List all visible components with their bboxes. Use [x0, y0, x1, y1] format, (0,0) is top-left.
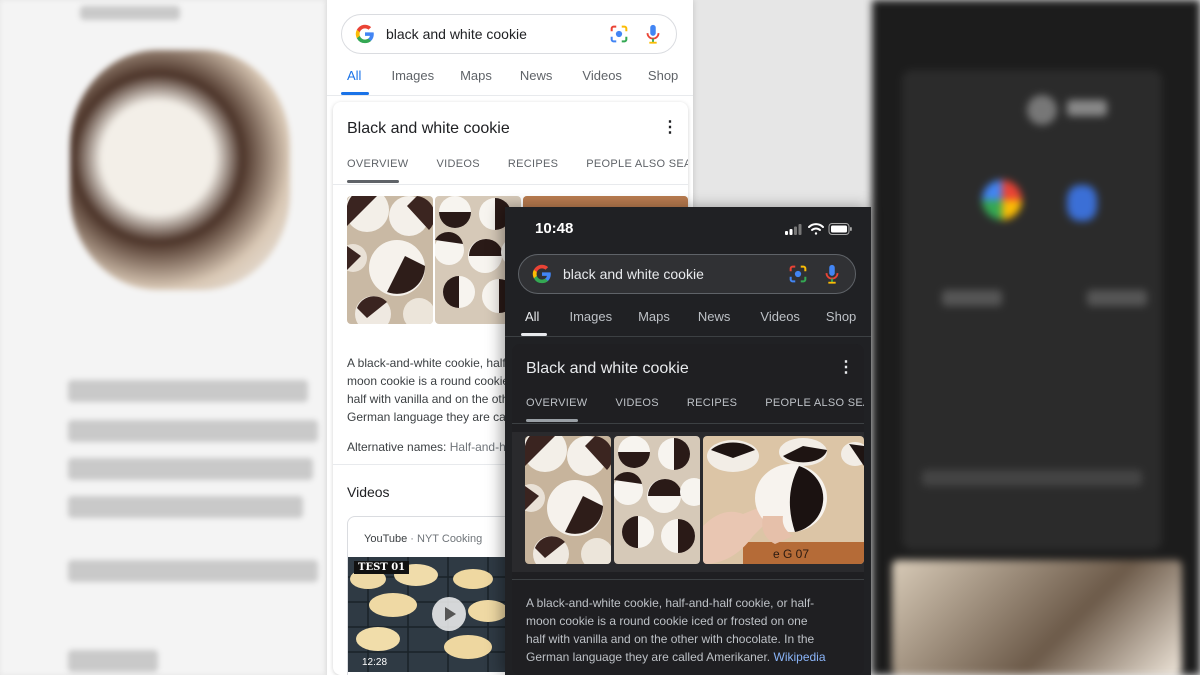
search-tabs: All Images Maps News Videos Shop	[521, 309, 856, 336]
subtab-people-also-search[interactable]: PEOPLE ALSO SEAR	[586, 158, 688, 170]
google-lens-icon[interactable]	[787, 263, 809, 285]
subtab-videos[interactable]: VIDEOS	[437, 158, 480, 170]
blurred-background-left	[0, 0, 330, 675]
tab-shopping[interactable]: Shop	[648, 68, 678, 83]
google-g-icon	[532, 264, 551, 284]
battery-icon	[828, 223, 852, 235]
play-icon[interactable]	[432, 597, 466, 631]
panel-divider	[512, 579, 864, 580]
status-bar-time: 10:48	[535, 220, 574, 237]
subtab-overview[interactable]: OVERVIEW	[526, 397, 588, 409]
tab-videos[interactable]: Videos	[760, 309, 800, 324]
wikipedia-link[interactable]: Wikipedia	[774, 650, 826, 664]
search-bar[interactable]: black and white cookie	[341, 14, 677, 54]
more-vert-icon[interactable]: ⋮	[838, 357, 854, 377]
tab-maps[interactable]: Maps	[460, 68, 492, 83]
tab-news[interactable]: News	[698, 309, 731, 324]
tab-all[interactable]: All	[341, 68, 369, 95]
video-duration: 12:28	[362, 657, 388, 668]
blurred-background-right	[872, 0, 1200, 675]
tab-videos[interactable]: Videos	[582, 68, 622, 83]
dark-mode-phone: 10:48 black and white cookie All Images …	[505, 207, 871, 675]
knowledge-panel: Black and white cookie ⋮ OVERVIEW VIDEOS…	[512, 344, 864, 675]
status-bar-icons	[785, 223, 852, 235]
video-source: YouTube · NYT Cooking	[364, 533, 483, 545]
knowledge-panel-title: Black and white cookie	[526, 360, 689, 377]
search-query-text[interactable]: black and white cookie	[386, 26, 596, 42]
subtab-indicator	[526, 419, 578, 422]
tab-all[interactable]: All	[521, 309, 547, 336]
tab-maps[interactable]: Maps	[638, 309, 670, 324]
panel-description: A black-and-white cookie, half-and-half …	[526, 596, 826, 664]
subtab-people-also-search[interactable]: PEOPLE ALSO SEAR	[765, 397, 864, 409]
video-thumbnail[interactable]: TEST 01 12:28	[348, 557, 508, 672]
subtab-videos[interactable]: VIDEOS	[616, 397, 659, 409]
microphone-icon[interactable]	[821, 263, 843, 285]
cookie-image-1[interactable]	[347, 196, 433, 324]
tab-images[interactable]: Images	[569, 309, 612, 324]
microphone-icon[interactable]	[642, 23, 664, 45]
search-query-text[interactable]: black and white cookie	[563, 266, 775, 282]
subtab-recipes[interactable]: RECIPES	[508, 158, 558, 170]
cookie-image-3[interactable]: e G 07	[703, 436, 864, 564]
tab-images[interactable]: Images	[391, 68, 434, 83]
google-lens-icon[interactable]	[608, 23, 630, 45]
cookie-image-1[interactable]	[525, 436, 611, 564]
tab-news[interactable]: News	[520, 68, 553, 83]
screenshot-stage: black and white cookie All Images Maps N…	[0, 0, 1200, 675]
tabs-divider	[505, 336, 871, 337]
google-g-icon	[355, 24, 374, 44]
subtab-overview[interactable]: OVERVIEW	[347, 158, 409, 170]
knowledge-panel-tabs: OVERVIEW VIDEOS RECIPES PEOPLE ALSO SEAR	[526, 397, 864, 409]
tabs-divider	[327, 95, 693, 96]
tab-shopping[interactable]: Shop	[826, 309, 856, 324]
cookie-image-2[interactable]	[614, 436, 700, 564]
more-vert-icon[interactable]: ⋮	[662, 117, 678, 137]
search-bar[interactable]: black and white cookie	[518, 254, 856, 294]
wifi-icon	[808, 223, 824, 235]
knowledge-panel-tabs: OVERVIEW VIDEOS RECIPES PEOPLE ALSO SEAR	[347, 158, 688, 170]
panel-divider	[512, 423, 864, 424]
panel-divider	[333, 184, 688, 185]
svg-text:e G 07: e G 07	[773, 547, 809, 561]
cellular-signal-icon	[785, 224, 802, 235]
video-badge: TEST 01	[354, 561, 410, 574]
subtab-recipes[interactable]: RECIPES	[687, 397, 737, 409]
search-tabs: All Images Maps News Videos Shop	[341, 68, 678, 95]
subtab-indicator	[347, 180, 399, 183]
videos-heading: Videos	[347, 484, 390, 500]
knowledge-panel-title: Black and white cookie	[347, 120, 510, 137]
